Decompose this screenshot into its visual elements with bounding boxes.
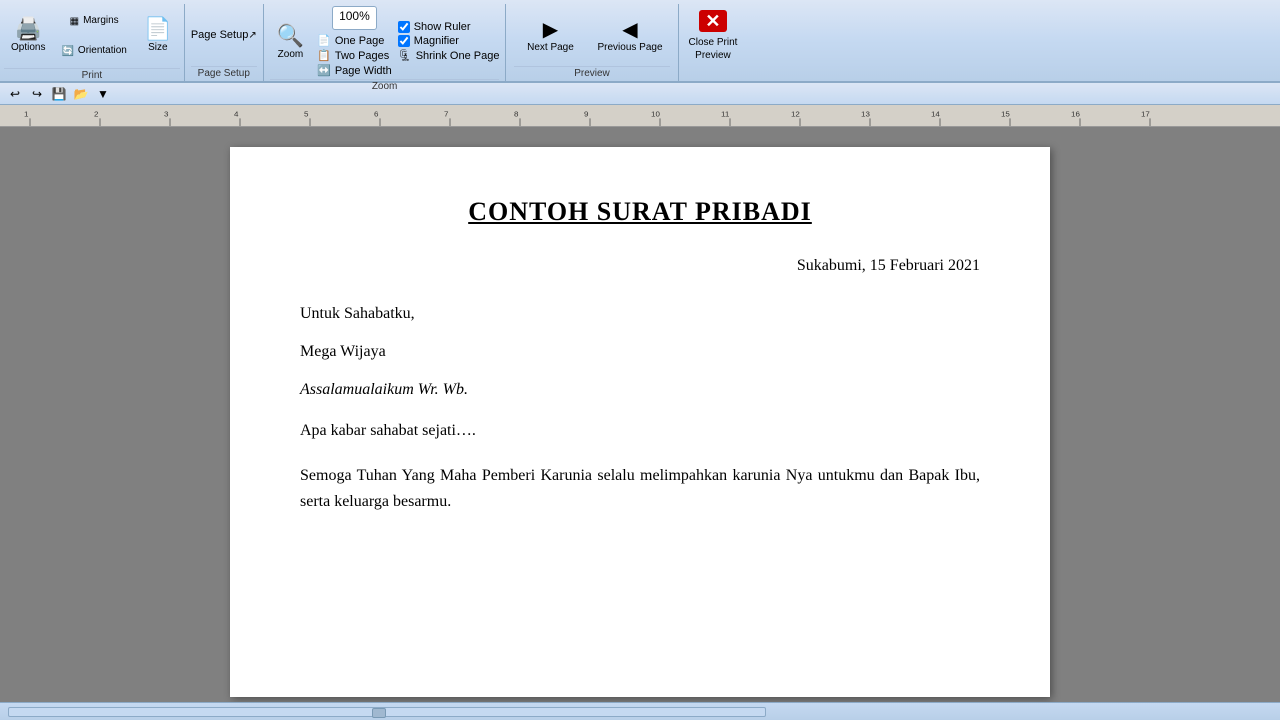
svg-text:2: 2	[94, 110, 98, 119]
svg-text:8: 8	[514, 110, 518, 119]
magnifier-row[interactable]: Magnifier	[398, 35, 500, 47]
svg-text:4: 4	[234, 110, 239, 119]
two-pages-label: Two Pages	[335, 50, 389, 62]
options-button[interactable]: 🖨️ Options	[4, 6, 52, 66]
undo-button[interactable]: ↩	[6, 85, 24, 103]
previous-page-icon: ◀	[622, 17, 637, 42]
one-page-option[interactable]: 📄 One Page	[317, 34, 392, 47]
svg-text:1: 1	[24, 110, 28, 119]
document-paragraph1: Apa kabar sahabat sejati….	[300, 419, 980, 443]
show-ruler-label: Show Ruler	[414, 21, 471, 33]
zoom-options: 📄 One Page 📋 Two Pages ↔️ Page Width	[317, 34, 392, 77]
svg-text:13: 13	[861, 110, 870, 119]
print-section: 🖨️ Options ▦ Margins 🔄 Orientation 📄 Siz…	[0, 4, 185, 81]
document-greeting: Assalamualaikum Wr. Wb.	[300, 381, 980, 399]
page-width-option[interactable]: ↔️ Page Width	[317, 64, 392, 77]
orientation-label: Orientation	[78, 45, 127, 57]
svg-text:9: 9	[584, 110, 588, 119]
qat-dropdown-button[interactable]: ▼	[94, 85, 112, 103]
svg-text:3: 3	[164, 110, 168, 119]
document-recipient: Untuk Sahabatku,	[300, 305, 980, 323]
ribbon: 🖨️ Options ▦ Margins 🔄 Orientation 📄 Siz…	[0, 0, 1280, 83]
document-paragraph2: Semoga Tuhan Yang Maha Pemberi Karunia s…	[300, 463, 980, 514]
preview-nav-section: ▶ Next Page ◀ Previous Page Preview	[506, 4, 678, 81]
document-area: CONTOH SURAT PRIBADI Sukabumi, 15 Februa…	[0, 127, 1280, 702]
zoom-section-label: Zoom	[270, 79, 500, 92]
page-width-icon: ↔️	[317, 64, 331, 77]
status-bar-scrolltrack	[8, 707, 1272, 717]
page-width-label: Page Width	[335, 65, 392, 77]
shrink-one-page-row[interactable]: 🗜 Shrink One Page	[398, 49, 500, 62]
scroll-thumb[interactable]	[372, 708, 386, 718]
orientation-icon: 🔄	[61, 46, 73, 57]
one-page-icon: 📄	[317, 34, 331, 47]
page-setup-expand-icon[interactable]: ↗	[248, 30, 256, 41]
magnifier-label: Magnifier	[414, 35, 459, 47]
document-date: Sukabumi, 15 Februari 2021	[300, 257, 980, 275]
preview-section-label: Preview	[514, 66, 669, 79]
svg-text:6: 6	[374, 110, 378, 119]
one-page-label: One Page	[335, 35, 385, 47]
print-section-label: Print	[4, 68, 180, 81]
margins-label: Margins	[83, 15, 119, 27]
svg-text:12: 12	[791, 110, 800, 119]
zoom-icon: 🔍	[277, 23, 304, 49]
size-label: Size	[148, 42, 167, 54]
document-page: CONTOH SURAT PRIBADI Sukabumi, 15 Februa…	[230, 147, 1050, 697]
svg-text:14: 14	[931, 110, 941, 119]
page-setup-label: Page Setup	[191, 66, 257, 79]
shrink-label: Shrink One Page	[416, 50, 500, 62]
zoom-section: 🔍 Zoom 100% 📄 One Page 📋 Two Pages ↔️	[264, 4, 507, 81]
next-page-icon: ▶	[543, 17, 558, 42]
document-name: Mega Wijaya	[300, 343, 980, 361]
orientation-button[interactable]: 🔄 Orientation	[54, 37, 133, 65]
svg-text:11: 11	[721, 110, 729, 119]
close-x-icon: ✕	[699, 10, 727, 32]
margins-button[interactable]: ▦ Margins	[54, 7, 133, 35]
magnifier-checkbox[interactable]	[398, 35, 410, 47]
svg-text:15: 15	[1001, 110, 1011, 119]
zoom-label: Zoom	[278, 49, 304, 60]
margins-icon: ▦	[70, 16, 79, 27]
show-ruler-checkbox[interactable]	[398, 21, 410, 33]
zoom-pct-button[interactable]: 100%	[332, 6, 377, 30]
two-pages-icon: 📋	[317, 49, 331, 62]
redo-button[interactable]: ↪	[28, 85, 46, 103]
previous-page-button[interactable]: ◀ Previous Page	[590, 9, 669, 61]
document-title: CONTOH SURAT PRIBADI	[300, 197, 980, 227]
close-preview-label: Close PrintPreview	[689, 36, 738, 62]
svg-text:16: 16	[1071, 110, 1080, 119]
svg-text:5: 5	[304, 110, 309, 119]
zoom-checkboxes: Show Ruler Magnifier 🗜 Shrink One Page	[398, 21, 500, 62]
two-pages-option[interactable]: 📋 Two Pages	[317, 49, 392, 62]
shrink-icon: 🗜	[398, 49, 412, 62]
svg-text:10: 10	[651, 110, 661, 119]
status-bar	[0, 702, 1280, 720]
svg-text:7: 7	[444, 110, 448, 119]
page-setup-section: Page Setup ↗ Page Setup	[185, 4, 264, 81]
size-icon: 📄	[144, 18, 171, 40]
show-ruler-row[interactable]: Show Ruler	[398, 21, 500, 33]
svg-text:17: 17	[1141, 110, 1150, 119]
save-button[interactable]: 💾	[50, 85, 68, 103]
close-preview-button[interactable]: ✕ Close PrintPreview	[679, 4, 748, 66]
zoom-button[interactable]: 🔍 Zoom	[270, 16, 311, 68]
options-label: Options	[11, 42, 45, 54]
size-button[interactable]: 📄 Size	[136, 10, 180, 62]
previous-page-label: Previous Page	[597, 42, 662, 53]
options-icon: 🖨️	[15, 18, 42, 40]
open-button[interactable]: 📂	[72, 85, 90, 103]
ruler: 1 2 3 4 5 6 7 8 9 10 11 12 13 1	[0, 105, 1280, 127]
quick-access-toolbar: ↩ ↪ 💾 📂 ▼	[0, 83, 1280, 105]
next-page-button[interactable]: ▶ Next Page	[514, 9, 586, 61]
next-page-label: Next Page	[527, 42, 574, 53]
